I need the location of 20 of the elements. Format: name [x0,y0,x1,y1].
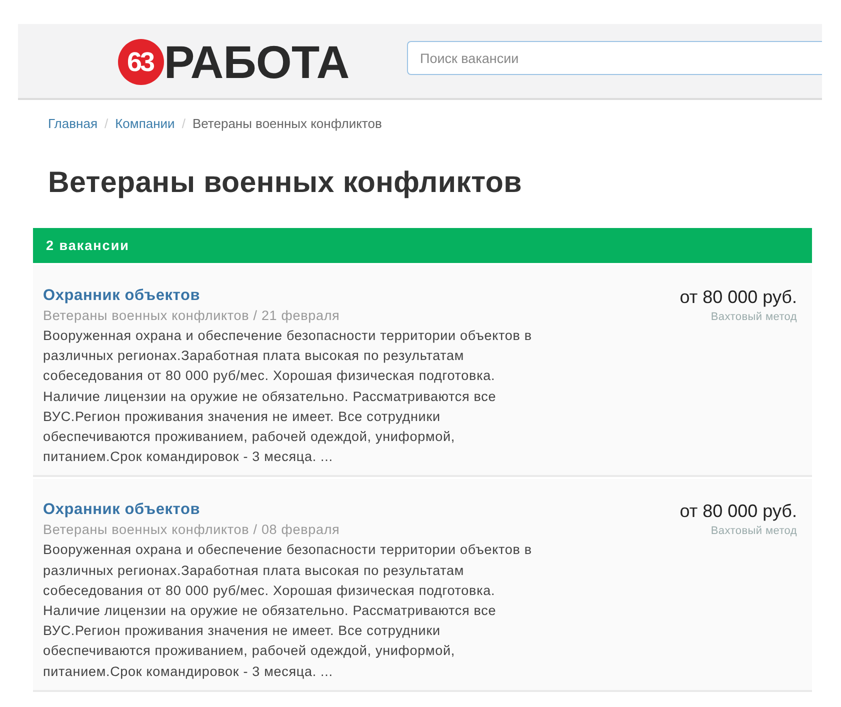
breadcrumb-link[interactable]: Главная [48,116,98,131]
logo-badge[interactable]: 63 [118,39,164,85]
vacancy-title-link[interactable]: Охранник объектов [43,501,200,520]
search-field[interactable]: Поиск вакансии [407,41,822,75]
breadcrumb-separator: / [104,116,108,131]
vacancy-title-link[interactable]: Охранник объектов [43,287,200,305]
breadcrumb-link[interactable]: Компании [115,116,175,131]
vacancy-salary: от 80 000 руб. [680,286,797,308]
page-title: Ветераны военных конфликтов [48,166,523,200]
vacancy-schedule: Вахтовый метод [710,525,797,538]
breadcrumb-current: Ветераны военных конфликтов [192,116,382,131]
vacancy-salary: от 80 000 руб. [680,500,797,522]
vacancy-description: Вооруженная охрана и обеспечение безопасности территории объектов в различных регионах.Заработная плата высокая по результатам собеседования от 80 000 руб/мес. Хорошая физическая подготовка. Наличие лицензии на оружие не обязательно. Рассматриваются все ВУС.Регион проживания значения не имеет. Все сотрудники обеспечиваются проживанием, рабочей одеждой, униформой, питанием.Срок командировок - 3 месяца. ... [43,327,533,466]
results-count-bar: 2 вакансии [33,228,812,263]
vacancy-description: Вооруженная охрана и обеспечение безопасности территории объектов в различных регионах.Заработная плата высокая по результатам собеседования от 80 000 руб/мес. Хорошая физическая подготовка. Наличие лицензии на оружие не обязательно. Рассматриваются все ВУС.Регион проживания значения не имеет. Все сотрудники обеспечиваются проживанием, рабочей одеждой, униформой, питанием.Срок командировок - 3 месяца. ... [43,541,533,681]
vacancy-schedule: Вахтовый метод [710,311,797,323]
vacancy-meta: Ветераны военных конфликтов / 21 февраля [43,307,341,325]
breadcrumb-separator: / [182,116,186,131]
logo-wordmark[interactable]: РАБОТА [164,38,350,86]
vacancy-meta: Ветераны военных конфликтов / 08 февраля [43,521,341,540]
